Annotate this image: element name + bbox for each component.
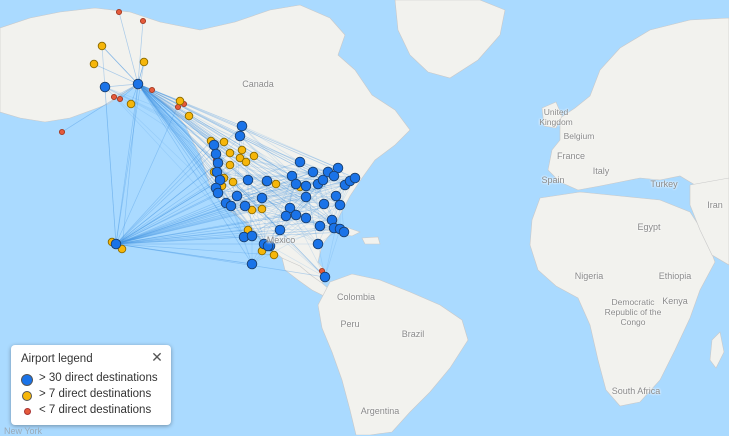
large-airport-marker[interactable]: [274, 224, 286, 236]
large-airport-marker[interactable]: [328, 170, 340, 182]
large-airport-marker[interactable]: [132, 78, 144, 90]
landmass-hispaniola: [361, 236, 381, 245]
label-turkey: Turkey: [650, 179, 678, 189]
label-peru: Peru: [340, 319, 360, 329]
large-airport-marker[interactable]: [225, 200, 237, 212]
label-south-africa: South Africa: [611, 386, 661, 396]
large-airport-marker[interactable]: [300, 212, 312, 224]
large-airport-marker[interactable]: [99, 81, 111, 93]
large-airport-marker[interactable]: [349, 172, 361, 184]
large-airport-marker[interactable]: [334, 199, 346, 211]
label-canada: Canada: [242, 79, 274, 89]
large-airport-marker[interactable]: [319, 271, 331, 283]
small-airport-marker[interactable]: [139, 17, 147, 25]
medium-airport-marker[interactable]: [225, 160, 235, 170]
large-airport-marker[interactable]: [236, 120, 248, 132]
legend-item-label: < 7 direct destinations: [39, 404, 152, 416]
medium-airport-marker[interactable]: [228, 177, 238, 187]
label-argentina: Argentina: [360, 406, 400, 416]
large-airport-marker[interactable]: [212, 157, 224, 169]
label-united-kingdom: United Kingdom: [539, 107, 573, 127]
large-airport-marker[interactable]: [312, 238, 324, 250]
large-airport-marker[interactable]: [314, 220, 326, 232]
large-airport-marker[interactable]: [242, 174, 254, 186]
label-mexico: Mexico: [266, 235, 296, 245]
small-airport-dot-icon: [23, 408, 31, 415]
large-airport-marker[interactable]: [110, 238, 122, 250]
medium-airport-marker[interactable]: [237, 145, 247, 155]
label-nigeria: Nigeria: [574, 271, 604, 281]
large-airport-marker[interactable]: [246, 230, 258, 242]
medium-airport-marker[interactable]: [139, 57, 149, 67]
label-belgium: Belgium: [563, 131, 595, 141]
large-airport-marker[interactable]: [300, 180, 312, 192]
route-line: [115, 243, 253, 265]
large-airport-marker[interactable]: [300, 191, 312, 203]
small-airport-marker[interactable]: [116, 95, 124, 103]
label-france: France: [556, 151, 586, 161]
medium-airport-marker[interactable]: [97, 41, 107, 51]
airport-legend: Airport legend ✕ > 30 direct destination…: [11, 345, 171, 425]
large-airport-marker[interactable]: [239, 200, 251, 212]
large-airport-marker[interactable]: [338, 226, 350, 238]
large-airport-marker[interactable]: [210, 148, 222, 160]
label-iran: Iran: [707, 200, 723, 210]
close-icon[interactable]: ✕: [149, 349, 165, 365]
medium-airport-marker[interactable]: [269, 250, 279, 260]
route-line: [115, 243, 275, 256]
large-airport-marker[interactable]: [261, 175, 273, 187]
large-airport-marker[interactable]: [246, 258, 258, 270]
legend-item-label: > 30 direct destinations: [39, 372, 158, 384]
label-egypt: Egypt: [637, 222, 661, 232]
label-kenya: Kenya: [662, 296, 688, 306]
route-line: [104, 86, 117, 245]
label-colombia: Colombia: [336, 292, 376, 302]
landmass-europe: [547, 17, 729, 191]
large-airport-marker[interactable]: [307, 166, 319, 178]
label-brazil: Brazil: [401, 329, 425, 339]
large-airport-dot-icon: [21, 374, 33, 386]
landmass-greenland: [394, 0, 506, 79]
landmass-madagascar: [709, 331, 725, 369]
medium-airport-marker[interactable]: [89, 59, 99, 69]
label-ethiopia: Ethiopia: [658, 271, 692, 281]
medium-airport-marker[interactable]: [184, 111, 194, 121]
small-airport-marker[interactable]: [110, 93, 118, 101]
large-airport-marker[interactable]: [290, 178, 302, 190]
medium-airport-marker[interactable]: [225, 148, 235, 158]
large-airport-marker[interactable]: [212, 187, 224, 199]
medium-airport-dot-icon: [22, 391, 32, 401]
small-airport-marker[interactable]: [58, 128, 66, 136]
label-dr-congo: Democratic Republic of the Congo: [604, 297, 662, 327]
medium-airport-marker[interactable]: [257, 204, 267, 214]
label-italy: Italy: [592, 166, 610, 176]
medium-airport-marker[interactable]: [271, 179, 281, 189]
large-airport-marker[interactable]: [256, 192, 268, 204]
route-map[interactable]: Canada Mexico Colombia Peru Brazil Argen…: [0, 0, 729, 436]
legend-item-label: > 7 direct destinations: [39, 388, 152, 400]
small-airport-marker[interactable]: [148, 86, 156, 94]
large-airport-marker[interactable]: [231, 190, 243, 202]
medium-airport-marker[interactable]: [175, 96, 185, 106]
medium-airport-marker[interactable]: [126, 99, 136, 109]
medium-airport-marker[interactable]: [219, 137, 229, 147]
medium-airport-marker[interactable]: [241, 157, 251, 167]
large-airport-marker[interactable]: [208, 139, 220, 151]
large-airport-marker[interactable]: [290, 209, 302, 221]
large-airport-marker[interactable]: [294, 156, 306, 168]
medium-airport-marker[interactable]: [249, 151, 259, 161]
large-airport-marker[interactable]: [234, 130, 246, 142]
legend-title: Airport legend: [21, 353, 93, 365]
label-spain: Spain: [541, 175, 565, 185]
large-airport-marker[interactable]: [330, 190, 342, 202]
large-airport-marker[interactable]: [318, 198, 330, 210]
large-airport-marker[interactable]: [280, 210, 292, 222]
small-airport-marker[interactable]: [115, 8, 123, 16]
